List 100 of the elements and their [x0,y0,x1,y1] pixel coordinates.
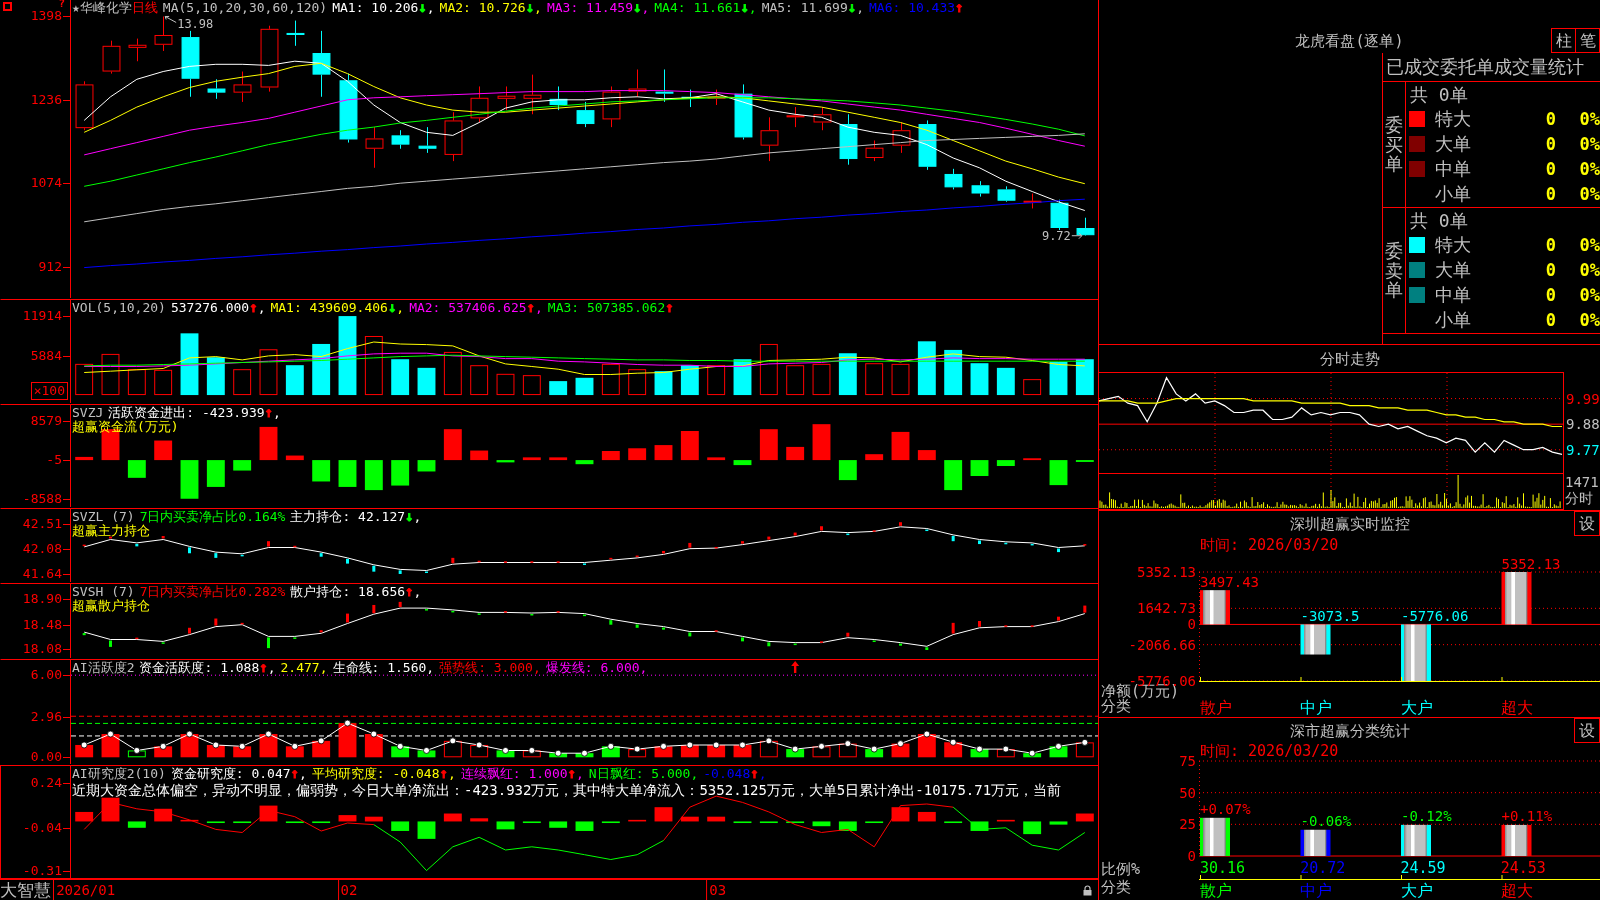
order-type-label: 中单 [1435,283,1472,306]
order-type-label: 大单 [1435,258,1472,281]
category-label: 中户 [1300,698,1333,717]
stock-name: ★华峰化学 [72,0,132,15]
axis-label: 8579 [30,414,62,429]
order-type-label: 小单 [1435,182,1472,205]
indicator-reading: N日飘红: 5.000, [588,766,699,781]
change-percent-label: -0.12% [1401,807,1452,824]
indicator-reading: -0.048↑, [703,766,767,781]
indicator-subtitle: 超赢主力持仓 [72,524,150,537]
axis-label: 9.77 [1566,441,1600,458]
axis-label: 2.96 [30,709,62,724]
date-text: 时间: 2026/03/20 [1200,537,1339,553]
axis-label: 42.08 [22,541,62,556]
indicator-name: SVZJ [72,405,104,420]
order-total: 共 0单 [1410,83,1468,106]
axis-label: -2066.66 [1128,637,1196,652]
axis-label: 18.90 [22,591,62,606]
order-count: 0 [1545,283,1556,306]
panel-title: 龙虎看盘(逐单) [1295,31,1404,50]
category-label: 散户 [1200,880,1232,900]
analysis-note: 近期大资金总体偏空，异动不明显，偏弱势，今日大单净流出：-423.932万元，其中特大单净流入：5352.125万元，大单5日累计净出-10175.71万元，当前 [72,781,1062,799]
date-label: 02 [337,880,358,900]
indicator-name: VOL(5,10,20) [72,300,166,315]
period-label: 日线 [131,0,158,15]
axis-label: 0 [1187,849,1196,863]
axis-title: 净额(万元) [1100,684,1180,699]
order-type-label: 特大 [1435,107,1472,130]
table-title: 已成交委托单成交量统计 [1383,53,1600,82]
indicator-reading: 强势线: 3.000, [439,660,541,675]
axis-label: 42.51 [22,516,62,531]
axis-label: 25 [1179,817,1196,832]
axis-label: -8588 [22,492,62,507]
indicator-reading: 散户持仓: 18.656↑, [290,584,422,599]
unit-label: ×100 [30,382,68,400]
indicator-reading: MA2: 537406.625↑, [409,300,543,315]
category-label: 中户 [1300,880,1333,900]
axis-label: 11914 [22,309,62,323]
order-count: 0 [1545,132,1556,155]
bar-value-label: 24.53 [1500,858,1546,877]
panel-title: 深市超赢分类统计 [1289,721,1410,740]
axis-label: 0 [1187,617,1196,632]
axis-title: 比例% [1100,860,1142,878]
axis-label: -0.04 [22,820,62,835]
order-share: 0% [1579,132,1600,155]
order-share: 0% [1579,182,1600,205]
indicator-name: AI活跃度2 [72,660,135,675]
annotation: 13.98 [177,17,214,32]
axis-label: -0.31 [22,863,62,878]
indicator-reading: 活跃资金进出: -423.939↑, [108,405,281,420]
indicator-reading: 537276.000↑, [170,300,266,315]
axis-label: 1398 [30,9,62,24]
axis-label: 50 [1179,785,1196,800]
panel-title: 分时走势 [1319,349,1380,368]
indicator-subtitle: 超赢散户持仓 [72,599,150,612]
indicator-name: SVSH (7) [72,584,135,599]
indicator-reading: MA4: 11.661↓, [654,0,757,15]
indicator-reading: MA6: 10.433↑ [869,0,964,15]
bar-value-label: 30.16 [1200,858,1246,877]
order-share: 0% [1579,157,1600,180]
axis-label: 18.08 [22,642,62,657]
axis-label: 1236 [30,92,62,107]
axis-label: -5 [46,453,62,468]
axis-label: 1471 [1565,474,1600,490]
indicator-reading: 资金活跃度: 1.088↑, [139,660,276,675]
order-count: 0 [1545,258,1556,281]
order-type-label: 大单 [1435,132,1472,155]
axis-label: 1074 [30,176,62,191]
panel-title: 深圳超赢实时监控 [1289,514,1410,533]
order-total: 共 0单 [1410,209,1468,232]
indicator-reading: 7日内买卖净占比0.164% [139,509,286,524]
date-text: 时间: 2026/03/20 [1200,742,1339,759]
order-count: 0 [1545,182,1556,205]
indicator-reading: MA1: 439609.406↓, [270,300,405,315]
order-type-label: 小单 [1435,308,1472,331]
category-label: 散户 [1200,698,1232,717]
order-count: 0 [1545,308,1556,331]
bar-value-label: -3073.5 [1300,608,1360,625]
indicator-reading: 主力持仓: 42.127↓, [290,509,422,524]
order-count: 0 [1545,107,1556,130]
date-label: 03 [706,880,727,900]
category-label: 超大 [1500,698,1533,717]
bar-value-label: 5352.13 [1501,556,1561,572]
brand-label: 大智慧 [0,880,52,900]
group-label: 委卖单 [1385,240,1403,301]
indicator-reading: MA3: 11.459↓, [546,0,650,15]
indicator-reading: 生命线: 1.560, [332,660,435,675]
category-label: 超大 [1500,880,1533,900]
bar-value-label: 20.72 [1300,858,1346,877]
indicator-reading: MA1: 10.206↓, [332,0,435,15]
axis-label: 6.00 [30,668,62,683]
indicator-reading: 2.477, [280,660,328,675]
annotation: 9.72 [1041,228,1071,243]
indicator-reading: 连续飘红: 1.000↑, [460,766,584,781]
order-count: 0 [1545,157,1556,180]
axis-label: 9.88 [1566,416,1600,433]
order-type-label: 特大 [1435,233,1472,256]
category-label: 大户 [1400,880,1433,900]
order-share: 0% [1579,233,1600,256]
change-percent-label: +0.11% [1501,807,1553,824]
